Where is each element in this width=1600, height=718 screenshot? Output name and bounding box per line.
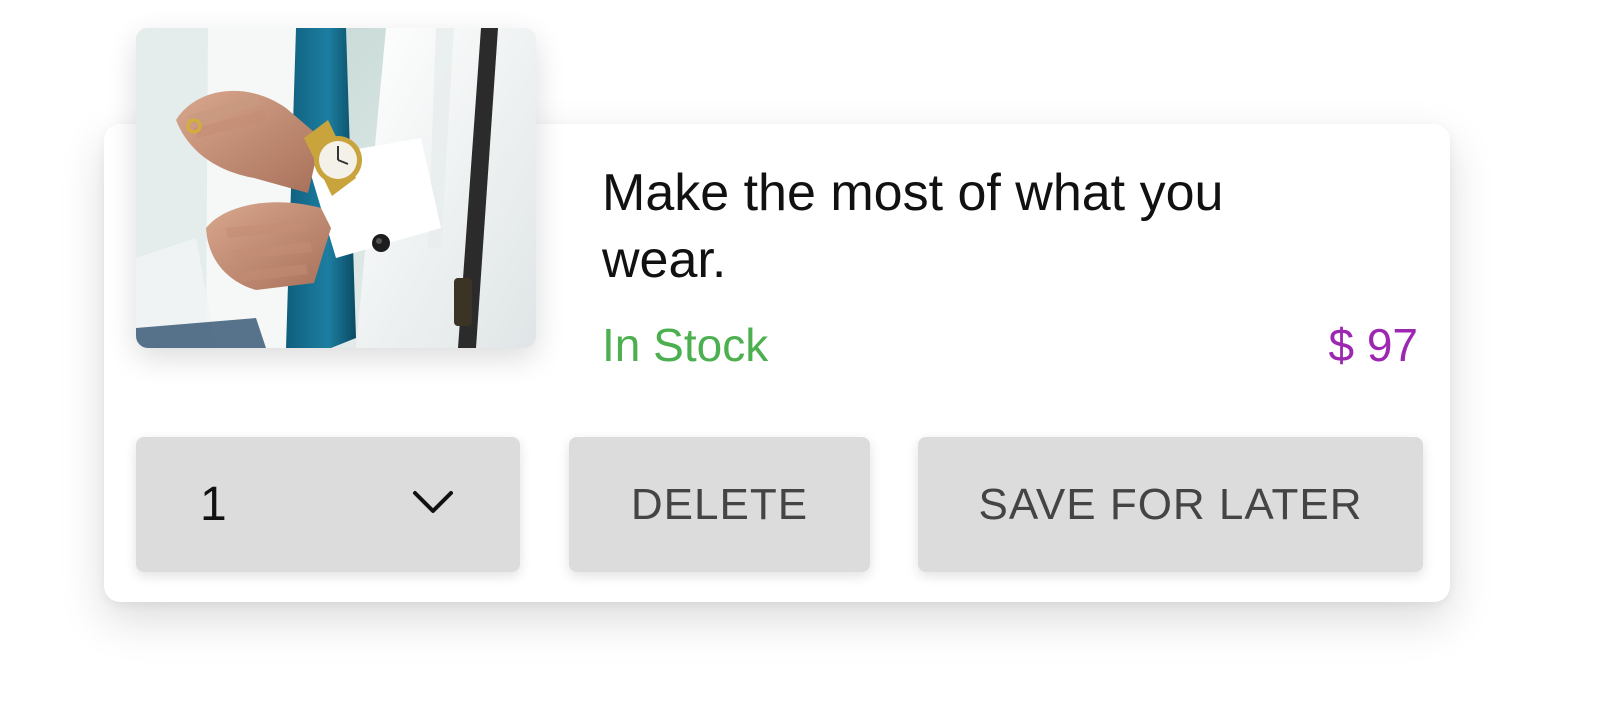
- product-image: [136, 28, 536, 348]
- product-stage: Make the most of what you wear. In Stock…: [0, 0, 1600, 718]
- save-for-later-button[interactable]: SAVE FOR LATER: [918, 437, 1423, 572]
- stock-status: In Stock: [602, 319, 769, 371]
- delete-button[interactable]: DELETE: [569, 437, 870, 572]
- product-title: Make the most of what you wear.: [602, 164, 1224, 289]
- product-price: $ 97: [1328, 319, 1418, 371]
- quantity-value: 1: [200, 478, 228, 531]
- quantity-select[interactable]: 1: [136, 437, 520, 572]
- chevron-down-icon: [413, 491, 453, 513]
